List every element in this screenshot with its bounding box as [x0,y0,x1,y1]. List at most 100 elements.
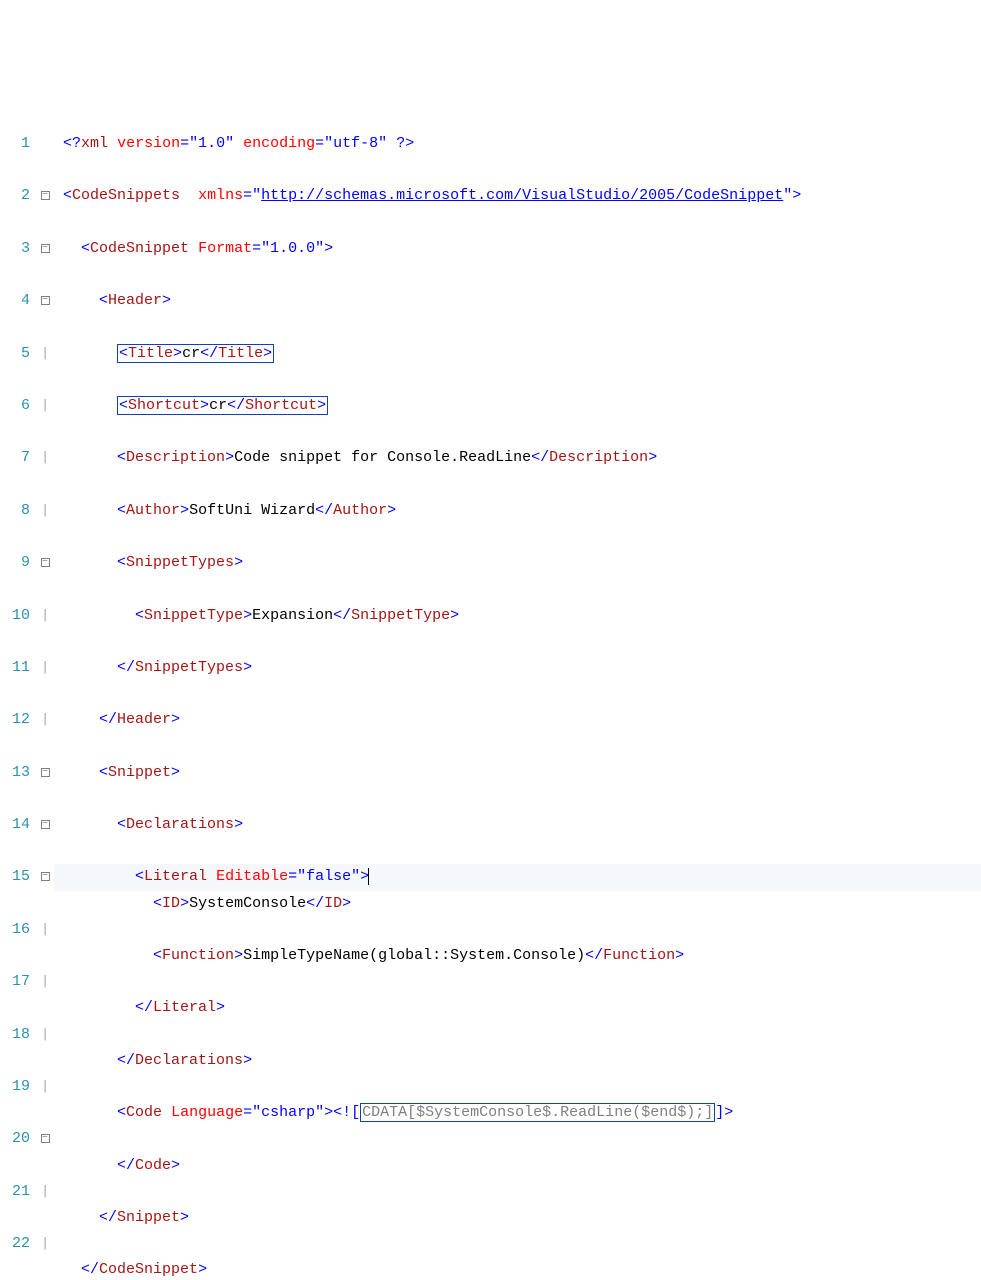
code-line[interactable]: </Declarations> [54,1048,981,1074]
fold-toggle[interactable]: − [36,760,54,786]
line-number: 7 [0,445,30,471]
code-line[interactable]: <Header> [54,288,981,314]
xml-text: cr [182,345,200,362]
fold-gutter: − − − │ │ │ │ − │ │ │ − − − │ │ │ │ − │ … [36,105,54,745]
code-line[interactable]: <SnippetType>Expansion</SnippetType> [54,603,981,629]
xml-decl-name: xml [81,135,108,152]
highlighted-box: <Title>cr</Title> [117,344,274,363]
fold-toggle[interactable]: − [36,1126,54,1152]
highlighted-box: CDATA[$SystemConsole$.ReadLine($end$);] [360,1103,715,1122]
xml-text: SimpleTypeName(global::System.Console) [243,947,585,964]
xml-xmlns-url[interactable]: http://schemas.microsoft.com/VisualStudi… [261,187,783,204]
xml-tag: CodeSnippet [90,240,189,257]
xml-attr-value: "utf-8" [324,135,387,152]
xml-decl-close: ?> [396,135,414,152]
xml-attr-value: "csharp" [252,1104,324,1121]
xml-tag: Literal [153,999,216,1016]
text-caret [368,868,369,885]
line-number: 9 [0,550,30,576]
xml-tag: Shortcut [128,397,200,414]
line-number: 19 [0,1074,30,1100]
xml-tag: Snippet [108,764,171,781]
xml-attr-value: "false" [297,868,360,885]
xml-text: SystemConsole [189,895,306,912]
xml-tag: SnippetTypes [126,554,234,571]
code-editor[interactable]: 1 2 3 4 5 6 7 8 9 10 11 12 13 14 15 16 1… [0,105,981,745]
code-line[interactable]: <Code Language="csharp"><![CDATA[$System… [54,1100,981,1126]
xml-tag: SnippetTypes [135,659,243,676]
xml-tag: Header [117,711,171,728]
xml-tag: Function [162,947,234,964]
line-number: 13 [0,760,30,786]
xml-tag: ID [162,895,180,912]
cdata-close: ]> [715,1104,733,1121]
xml-attr: Editable [216,868,288,885]
code-line[interactable]: <SnippetTypes> [54,550,981,576]
line-number: 4 [0,288,30,314]
fold-toggle[interactable]: − [36,812,54,838]
xml-text: cr [209,397,227,414]
code-line[interactable]: <Title>cr</Title> [54,341,981,367]
xml-attr: Language [171,1104,243,1121]
line-number: 17 [0,969,30,995]
fold-toggle[interactable]: − [36,864,54,890]
xml-tag: SnippetType [144,607,243,624]
line-number: 21 [0,1179,30,1205]
xml-attr: xmlns [198,187,243,204]
xml-tag: Literal [144,868,207,885]
fold-toggle[interactable]: − [36,550,54,576]
xml-tag: CodeSnippet [99,1261,198,1278]
line-number: 16 [0,917,30,943]
code-line[interactable]: </SnippetTypes> [54,655,981,681]
xml-tag: Code [135,1157,171,1174]
fold-toggle[interactable]: − [36,236,54,262]
line-number: 3 [0,236,30,262]
code-line[interactable]: </Literal> [54,995,981,1021]
line-number: 12 [0,707,30,733]
line-number: 10 [0,603,30,629]
xml-tag: Header [108,292,162,309]
code-line[interactable]: <CodeSnippet Format="1.0.0"> [54,236,981,262]
xml-tag: Declarations [126,816,234,833]
xml-text: Code snippet for Console.ReadLine [234,449,531,466]
xml-tag: CodeSnippets [72,187,180,204]
fold-toggle[interactable]: − [36,288,54,314]
code-line-current[interactable]: <Literal Editable="false"> [54,864,981,890]
xml-attr-value: "1.0.0" [261,240,324,257]
cdata-label: CDATA[ [362,1104,416,1121]
code-line[interactable]: <Author>SoftUni Wizard</Author> [54,498,981,524]
xml-tag: Declarations [135,1052,243,1069]
code-line[interactable]: <Declarations> [54,812,981,838]
xml-tag: Code [126,1104,162,1121]
line-number: 11 [0,655,30,681]
xml-tag: Description [126,449,225,466]
line-number: 5 [0,341,30,367]
xml-tag: Snippet [117,1209,180,1226]
highlighted-box: <Shortcut>cr</Shortcut> [117,396,328,415]
fold-toggle[interactable]: − [36,183,54,209]
line-number: 6 [0,393,30,419]
xml-text: Expansion [252,607,333,624]
xml-attr: encoding [243,135,315,152]
code-line[interactable]: </Header> [54,707,981,733]
line-number: 8 [0,498,30,524]
code-line[interactable]: <?xml version="1.0" encoding="utf-8" ?> [54,131,981,157]
line-number: 14 [0,812,30,838]
line-number: 20 [0,1126,30,1152]
xml-attr-value: "1.0" [189,135,234,152]
cdata-text: $SystemConsole$.ReadLine($end$);] [416,1104,713,1121]
code-line[interactable]: <Function>SimpleTypeName(global::System.… [54,943,981,969]
line-number: 18 [0,1022,30,1048]
code-line[interactable]: <Snippet> [54,760,981,786]
code-line[interactable]: </Snippet> [54,1205,981,1231]
code-line[interactable]: <CodeSnippets xmlns="http://schemas.micr… [54,183,981,209]
line-number: 1 [0,131,30,157]
code-line[interactable]: <Shortcut>cr</Shortcut> [54,393,981,419]
code-content[interactable]: <?xml version="1.0" encoding="utf-8" ?> … [54,105,981,745]
line-number-gutter: 1 2 3 4 5 6 7 8 9 10 11 12 13 14 15 16 1… [0,105,36,745]
code-line[interactable]: </Code> [54,1153,981,1179]
code-line[interactable]: </CodeSnippet> [54,1257,981,1280]
xml-decl-open: <? [63,135,81,152]
code-line[interactable]: <Description>Code snippet for Console.Re… [54,445,981,471]
code-line[interactable]: <ID>SystemConsole</ID> [54,891,981,917]
